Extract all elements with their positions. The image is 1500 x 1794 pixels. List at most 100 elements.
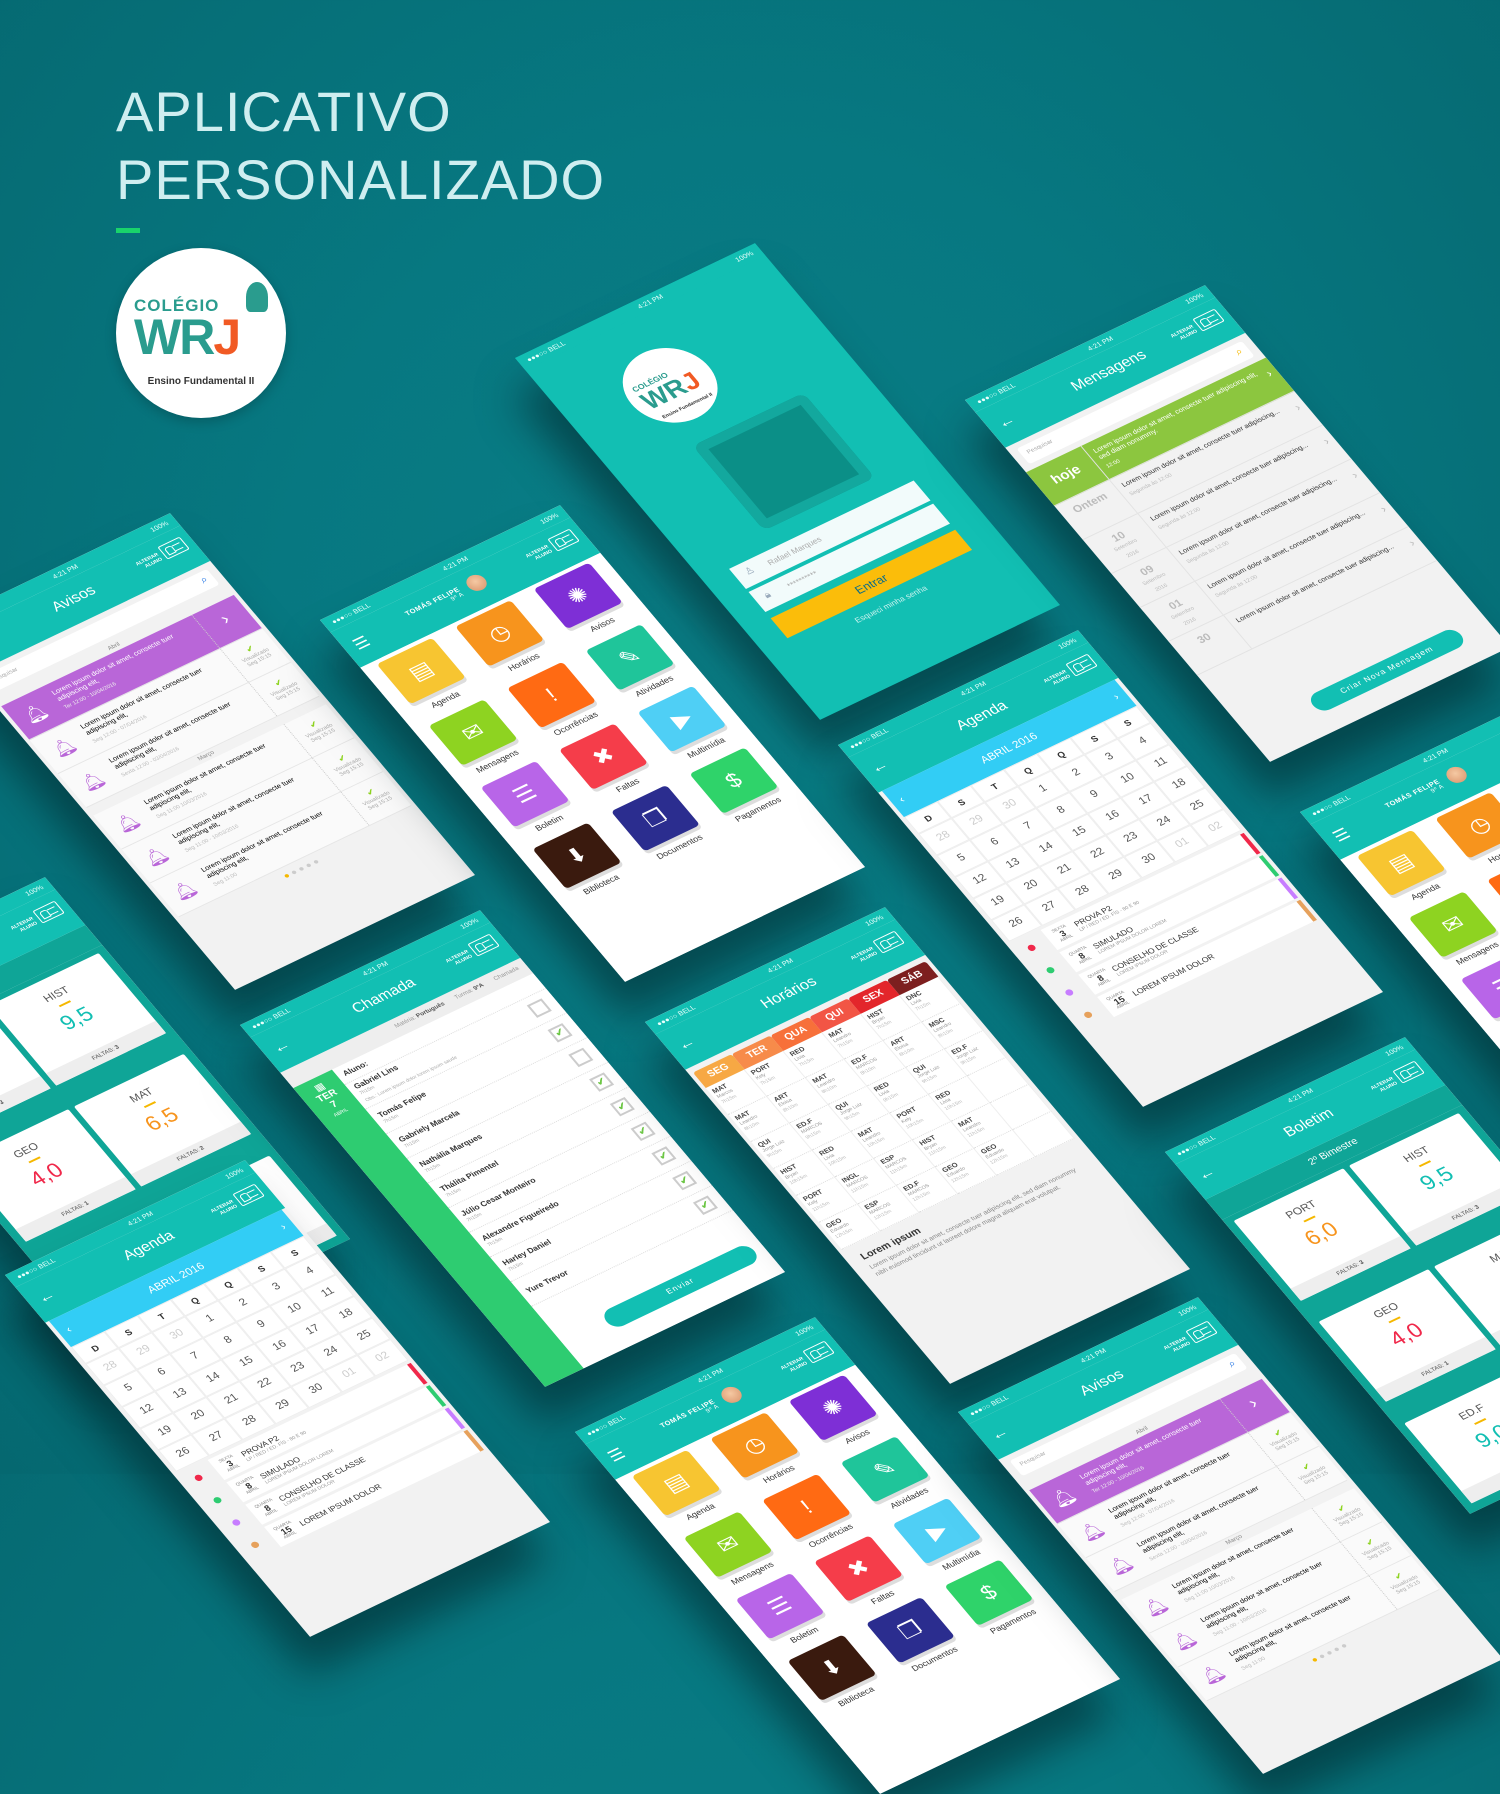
absences-label: FALTAS: [61, 1203, 86, 1218]
event-color-bar [445, 1407, 466, 1429]
event-color-bar [1259, 855, 1280, 877]
search-icon[interactable]: ⌕ [1225, 1358, 1239, 1371]
attendance-checkbox[interactable]: ✔ [610, 1097, 635, 1116]
boletim-icon: ☰ [508, 780, 542, 808]
attendance-checkbox[interactable] [527, 998, 552, 1017]
hero-title: APLICATIVO PERSONALIZADO [116, 78, 605, 233]
page-dot-active[interactable]: ● [281, 870, 293, 880]
user-icon: ♙ [742, 565, 757, 577]
attendance-checkbox[interactable]: ✔ [589, 1072, 614, 1091]
menu-icon[interactable]: ☰ [604, 1444, 630, 1466]
absences-value: 3 [114, 1045, 121, 1051]
menu-icon[interactable]: ☰ [1329, 824, 1355, 846]
absences-value: 1 [84, 1201, 91, 1207]
absences-value: 3 [1359, 1260, 1366, 1266]
timeline-dot [1083, 1011, 1094, 1019]
absences-value: 2 [199, 1146, 206, 1152]
search-icon[interactable]: ⌕ [1232, 346, 1246, 359]
timeline-dot [1045, 966, 1056, 974]
mensagens-icon: ✉ [456, 718, 489, 745]
search-placeholder: Pesquisar [0, 667, 19, 683]
horários-icon: ◷ [482, 619, 516, 647]
divider [58, 1001, 70, 1008]
search-icon[interactable]: ⌕ [197, 574, 211, 587]
timeline-dot [193, 1474, 204, 1482]
new-message-button[interactable]: Criar Nova Mensagem [1306, 626, 1468, 714]
avatar [1442, 764, 1470, 786]
agenda-icon: ▤ [1383, 848, 1418, 876]
student-name: TOMÁS FELIPE9º A [659, 1399, 721, 1434]
pagamentos-icon: $ [720, 768, 748, 793]
timeline-dot [1026, 944, 1037, 952]
absences-value: 3 [1474, 1205, 1481, 1211]
event-color-bar [1296, 900, 1317, 922]
student-name: TOMÁS FELIPE9º A [404, 587, 466, 622]
next-month-button[interactable]: › [1104, 683, 1129, 711]
avatar [717, 1384, 745, 1406]
student-name: TOMÁS FELIPE9º A [1384, 779, 1446, 814]
logo-main-b: J [213, 309, 239, 365]
grade-card[interactable]: ED.F9,0FALTAS: 0 [1404, 1370, 1500, 1503]
faltas-icon: ✖ [587, 742, 620, 769]
timeline-dot [231, 1518, 242, 1526]
accent-bar [116, 228, 140, 233]
attendance-checkbox[interactable]: ✔ [631, 1122, 656, 1141]
attendance-checkbox[interactable]: ✔ [672, 1171, 697, 1190]
absences-label: FALTAS: [1421, 1363, 1446, 1378]
student-card-icon[interactable] [547, 529, 580, 552]
atividades-icon: ✎ [613, 643, 646, 670]
event-color-bar [1278, 877, 1299, 899]
page-dot-active[interactable]: ● [1309, 1654, 1321, 1664]
absences-label: FALTAS: [1451, 1207, 1476, 1222]
date-day: Ontem [1070, 491, 1110, 516]
switch-student-button[interactable]: ALTERAR ALUNO [774, 1356, 809, 1379]
absences-label: FALTAS: [91, 1047, 116, 1062]
ocorrências-icon: ! [795, 1496, 817, 1518]
chevron-right-icon[interactable]: › [1379, 505, 1388, 513]
date-day: 30 [1195, 631, 1214, 646]
event-color-bar [1240, 833, 1261, 855]
logo-main-a: WR [134, 309, 213, 365]
attendance-checkbox[interactable]: ✔ [693, 1196, 718, 1215]
school-illustration [693, 393, 875, 531]
search-placeholder: Pesquisar [1026, 439, 1055, 455]
biblioteca-icon: ⬇ [560, 842, 593, 869]
boletim-icon: ☰ [1488, 972, 1500, 1000]
multimídia-icon: ▶ [921, 1517, 953, 1544]
pagamentos-icon: $ [975, 1580, 1003, 1605]
student-card-icon[interactable] [802, 1341, 835, 1364]
absences-label: FALTAS: [176, 1148, 201, 1163]
clock: 4:21 PM [636, 293, 665, 310]
menu-icon[interactable]: ☰ [349, 632, 375, 654]
multimídia-icon: ▶ [666, 705, 698, 732]
next-month-button[interactable]: › [271, 1213, 296, 1241]
timeline-dot [250, 1541, 261, 1549]
search-placeholder: Pesquisar [1019, 1451, 1048, 1467]
school-logo: COLÉGIO WRJ Ensino Fundamental II [116, 248, 286, 418]
chevron-right-icon[interactable]: › [1265, 369, 1274, 377]
event-color-bar [407, 1363, 428, 1385]
class-label: Turma: [454, 988, 475, 1001]
chevron-right-icon[interactable]: › [1407, 539, 1416, 547]
horários-icon: ◷ [737, 1431, 771, 1459]
avisos-icon: ✺ [561, 582, 594, 609]
attendance-checkbox[interactable]: ✔ [651, 1146, 676, 1165]
class-value: 9ºA [473, 983, 486, 992]
chevron-right-icon[interactable]: › [1322, 437, 1331, 445]
biblioteca-icon: ⬇ [815, 1654, 848, 1681]
rocket-icon [246, 282, 268, 312]
chevron-right-icon[interactable]: › [1350, 471, 1359, 479]
date-day: hoje [1047, 461, 1084, 486]
attendance-checkbox[interactable] [568, 1048, 593, 1067]
switch-student-button[interactable]: ALTERAR ALUNO [519, 544, 554, 567]
app-logo: COLÉGIOWRJEnsino Fundamental II [604, 334, 736, 436]
avisos-icon: ✺ [816, 1394, 849, 1421]
attendance-checkbox[interactable]: ✔ [547, 1023, 572, 1042]
prev-month-button[interactable]: ‹ [56, 1316, 81, 1344]
chevron-right-icon[interactable]: › [1293, 403, 1302, 411]
name: Yure Trevor [524, 1268, 570, 1294]
faltas-icon: ✖ [842, 1554, 875, 1581]
divider [143, 1102, 155, 1109]
divider [28, 1157, 40, 1164]
prev-month-button[interactable]: ‹ [889, 786, 914, 814]
